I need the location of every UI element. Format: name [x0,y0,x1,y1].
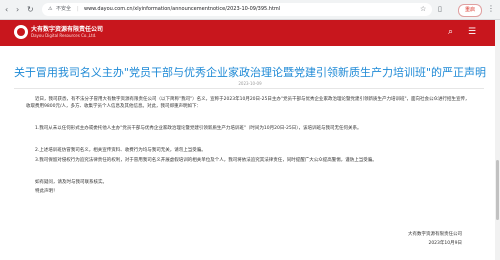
search-icon[interactable]: ⌕ [448,27,453,37]
site-header: 大有数字资源有限责任公司 Dayou Digital Resources Co.… [0,20,500,46]
back-icon[interactable]: ‹ [5,5,8,14]
page-scrollbar[interactable] [495,20,500,260]
address-divider: | [77,6,79,12]
profile-button[interactable]: 重启 [458,4,482,17]
url-text[interactable]: www.dayou.com.cn/xlyinformation/announce… [84,3,280,16]
signature-date: 2023年10月9日 [428,241,462,246]
publish-date: 2023-10-09 [238,81,262,86]
security-label[interactable]: 不安全 [56,3,71,16]
paragraph-item-1: 1.我司从未以任何形式主办或委托他人主办"党员干部与优秀企业家政治理论暨党建引领… [35,126,362,131]
security-warning-icon[interactable]: ⚠ [48,3,52,16]
sidebar-icon[interactable]: ▯ [438,5,442,14]
star-icon[interactable]: ☆ [420,5,426,14]
menu-icon[interactable]: ⋮ [487,4,495,13]
paragraph-item-2: 2.上述培训班仿冒我司名义，相关宣传资料、收费行为均与我司无关，请勿上当受骗。 [35,148,206,153]
reload-icon[interactable]: ↻ [27,5,34,14]
signature-company: 大有数字资源有限责任公司 [408,232,462,237]
browser-toolbar: ‹ › ↻ ⚠ 不安全 | www.dayou.com.cn/xlyinform… [0,0,500,20]
paragraph-intro: 近日，我司获悉，有不法分子冒用大有数字资源有限责任公司（以下简称"我司"）名义，… [26,97,470,109]
web-page: 大有数字资源有限责任公司 Dayou Digital Resources Co.… [0,20,500,260]
brand-name-en: Dayou Digital Resources Co.,Ltd. [31,33,97,38]
scrollbar-thumb[interactable] [496,160,499,220]
paragraph-closing: 特此声明！ [35,189,58,194]
brand-name: 大有数字资源有限责任公司 [31,26,104,33]
forward-icon[interactable]: › [16,5,19,14]
paragraph-contact: 如有疑问，请及时与我司联系核实。 [35,180,107,185]
company-logo-icon[interactable] [14,25,28,39]
hamburger-menu-icon[interactable]: ☰ [468,27,476,37]
paragraph-item-3: 3.我司保留对侵权行为追究法律责任的权利，对于冒用我司名义开展虚假培训的相关单位… [35,158,377,163]
page-title: 关于冒用我司名义主办"党员干部与优秀企业家政治理论暨党建引领新质生产力培训班"的… [13,66,487,79]
address-bar[interactable]: ⚠ 不安全 | www.dayou.com.cn/xlyinformation/… [42,3,432,16]
divider [14,88,484,89]
